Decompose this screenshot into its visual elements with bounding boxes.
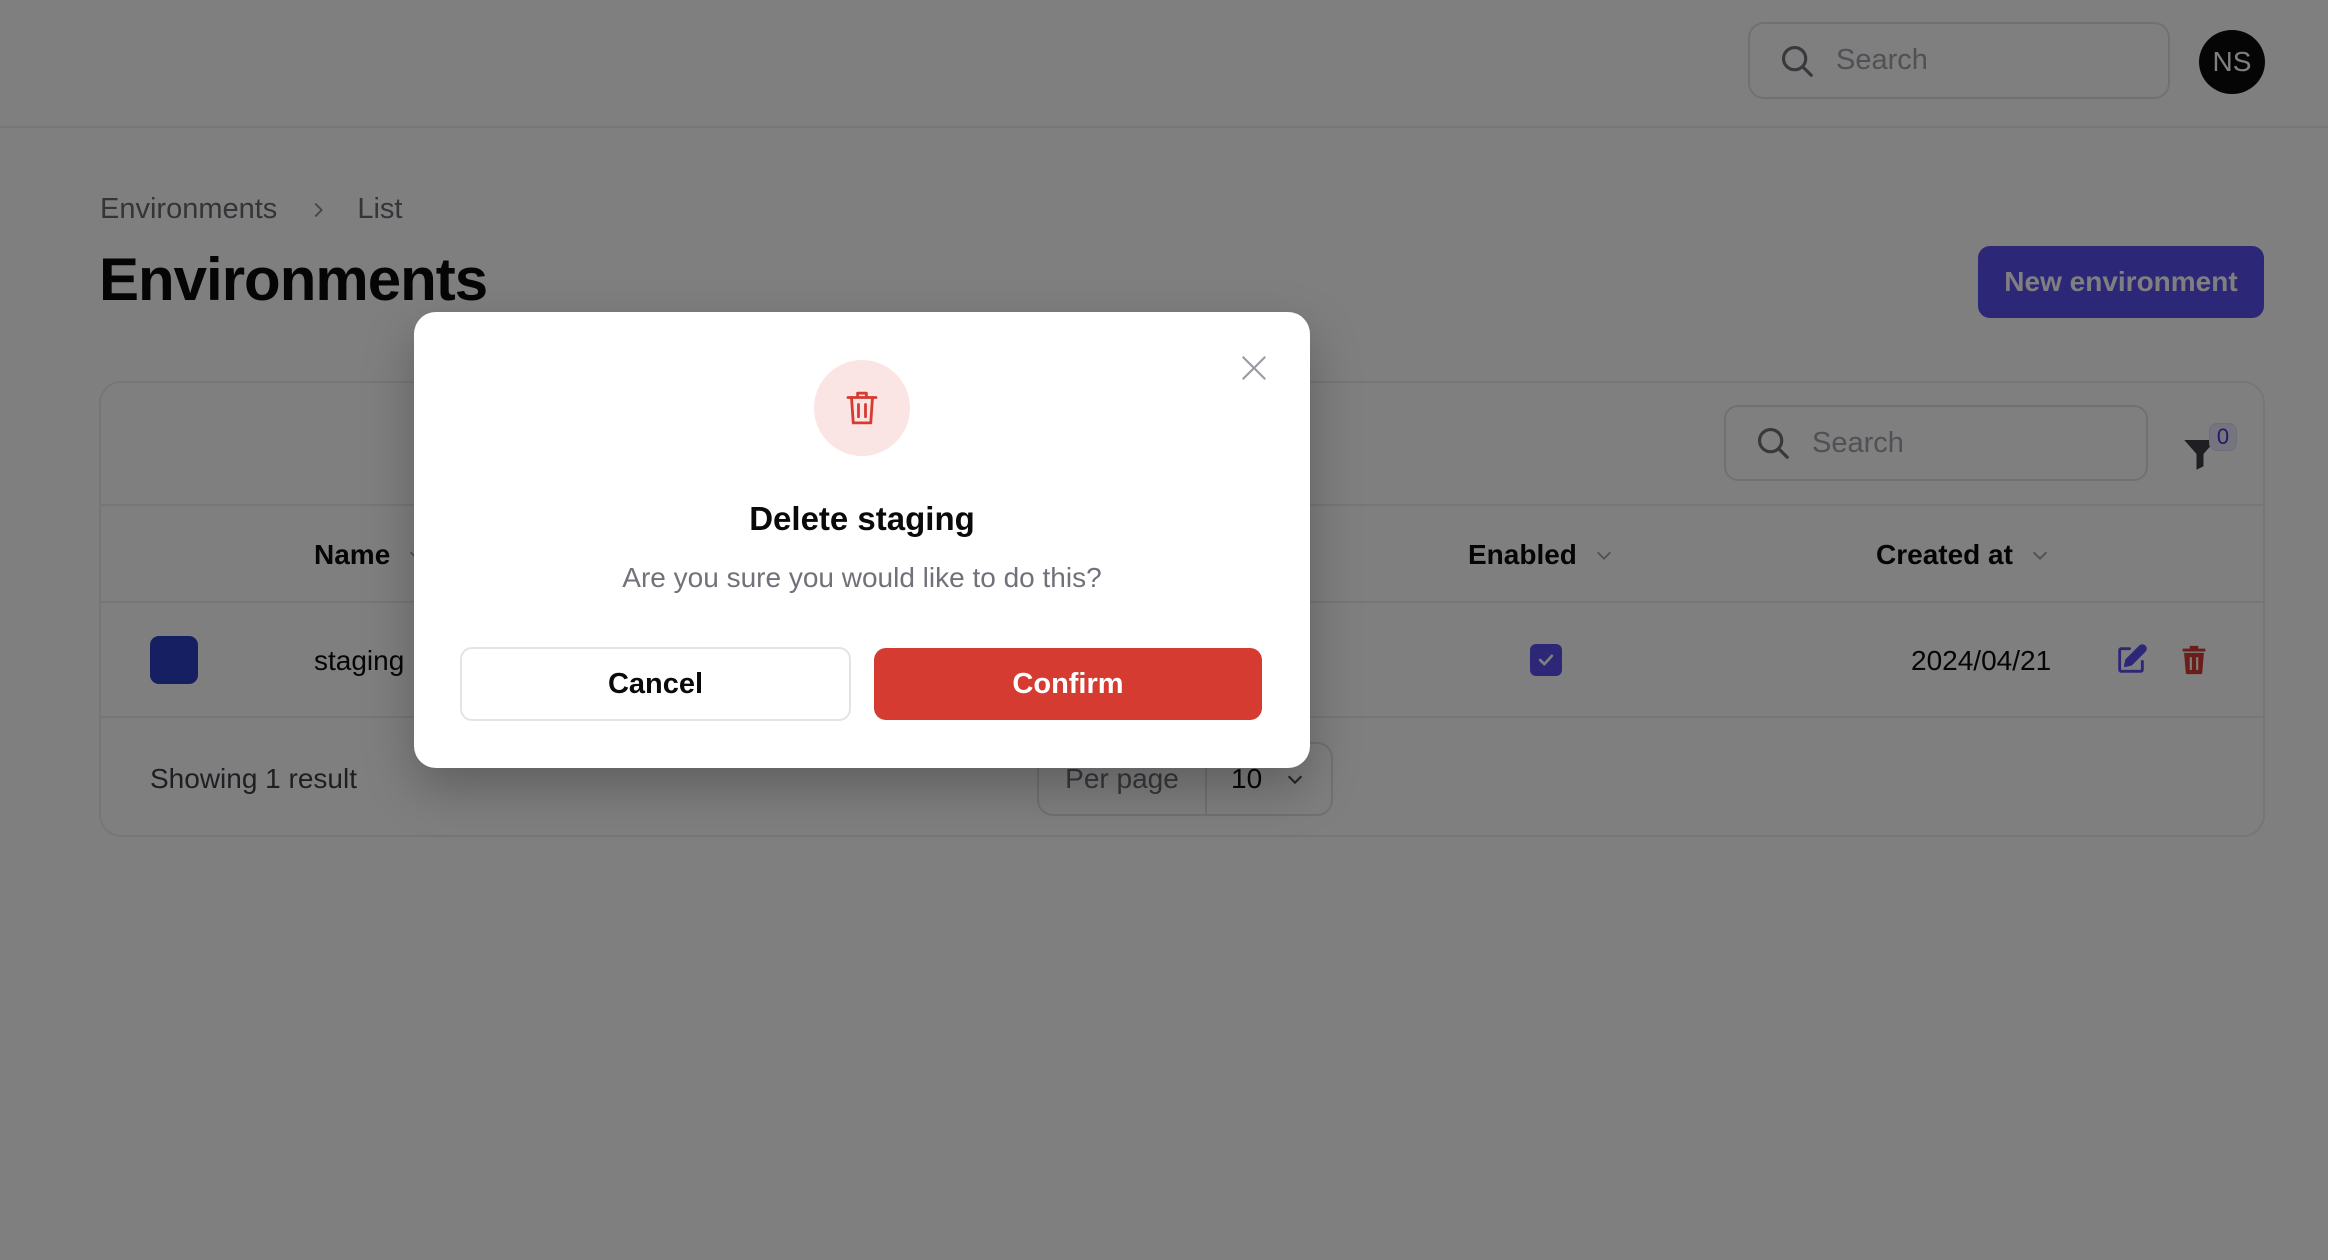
modal-icon-wrapper	[814, 360, 910, 456]
close-icon	[1242, 356, 1266, 380]
confirm-button[interactable]: Confirm	[874, 648, 1262, 720]
delete-confirmation-modal: Delete staging Are you sure you would li…	[414, 312, 1310, 768]
trash-icon	[846, 391, 878, 425]
cancel-button[interactable]: Cancel	[460, 647, 851, 721]
modal-title: Delete staging	[749, 500, 975, 537]
close-modal-button[interactable]	[1238, 352, 1270, 384]
modal-description: Are you sure you would like to do this?	[622, 562, 1102, 593]
